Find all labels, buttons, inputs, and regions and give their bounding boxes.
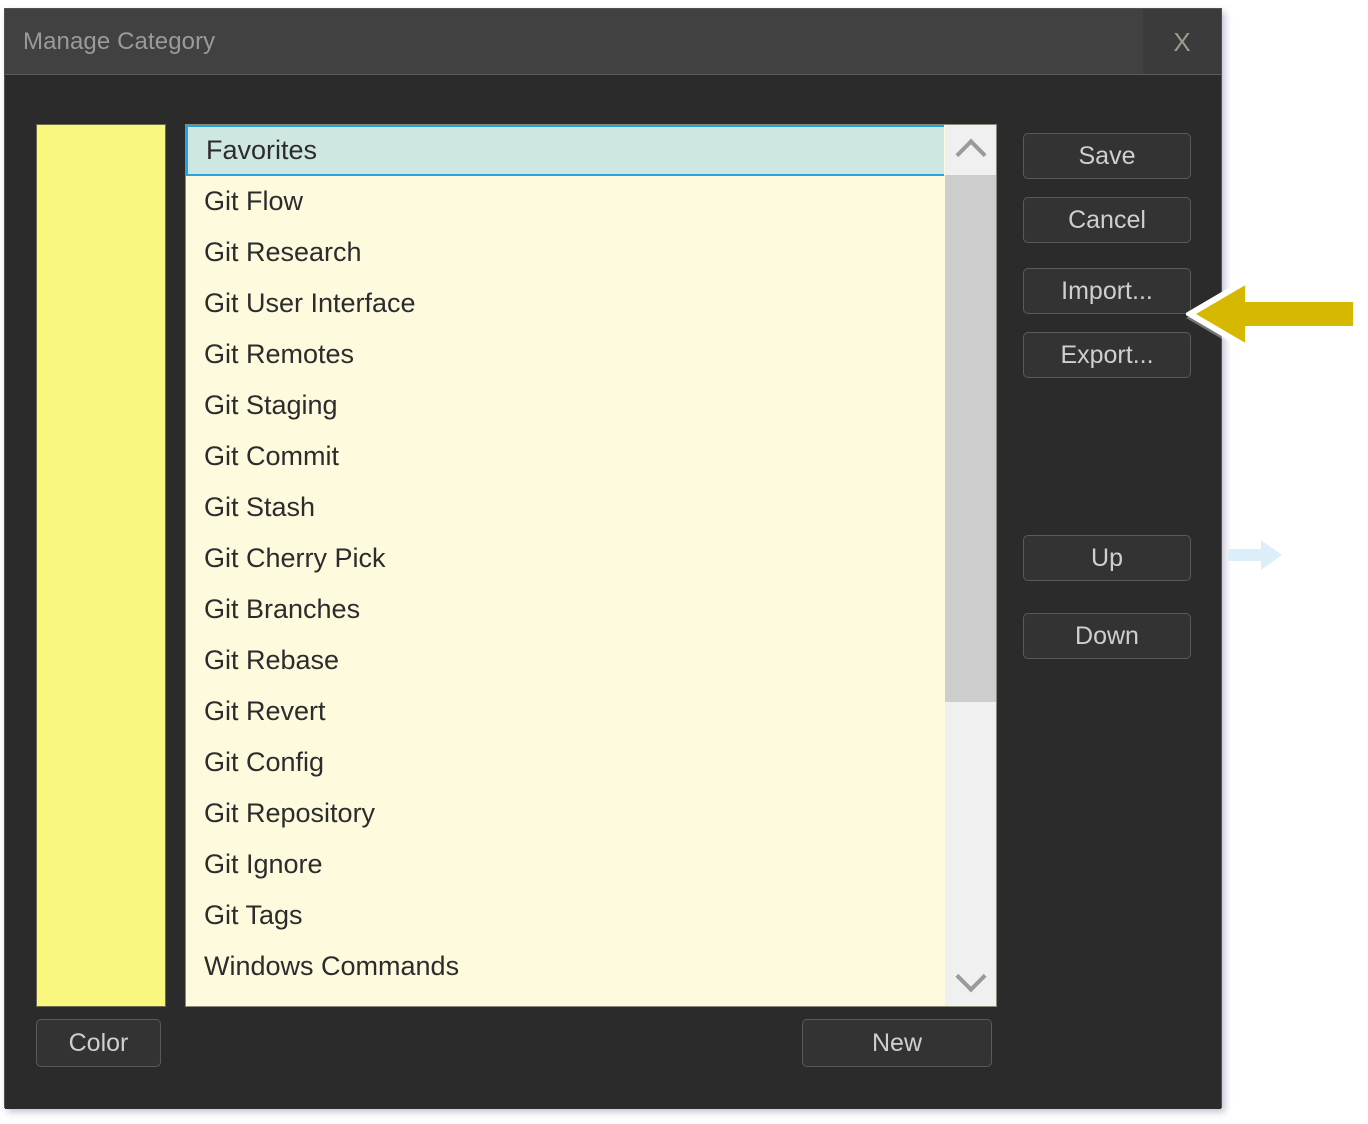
save-button[interactable]: Save [1023,133,1191,179]
import-button[interactable]: Import... [1023,268,1191,314]
chevron-up-icon [955,139,986,170]
scrollbar-thumb[interactable] [945,175,996,702]
category-list-item[interactable]: Git Cherry Pick [186,533,946,584]
arrow-left-icon [1186,272,1360,356]
scroll-up-button[interactable] [945,125,996,175]
close-icon: X [1173,29,1190,55]
category-list[interactable]: FavoritesGit FlowGit ResearchGit User In… [185,124,997,1007]
arrow-right-icon [1228,538,1284,572]
chevron-down-icon [955,961,986,992]
category-list-item[interactable]: Git Staging [186,380,946,431]
category-list-scrollbar[interactable] [944,125,996,1006]
category-list-item[interactable]: Git Config [186,737,946,788]
category-list-item[interactable]: Git Tags [186,890,946,941]
category-list-items: FavoritesGit FlowGit ResearchGit User In… [186,125,946,1006]
dialog-titlebar: Manage Category X [5,9,1221,75]
category-list-item[interactable]: Git Branches [186,584,946,635]
category-list-item[interactable]: Git Rebase [186,635,946,686]
category-list-item[interactable]: Git Repository [186,788,946,839]
color-button[interactable]: Color [36,1019,161,1067]
cancel-button[interactable]: Cancel [1023,197,1191,243]
new-button[interactable]: New [802,1019,992,1067]
category-list-item[interactable]: Git User Interface [186,278,946,329]
category-list-item[interactable]: Git Commit [186,431,946,482]
manage-category-dialog: Manage Category X FavoritesGit FlowGit R… [4,8,1222,1108]
category-list-item[interactable]: Git Revert [186,686,946,737]
move-up-button[interactable]: Up [1023,535,1191,581]
category-color-swatch[interactable] [36,124,166,1007]
category-list-item[interactable]: Favorites [186,125,946,176]
category-list-item[interactable]: Git Stash [186,482,946,533]
category-list-item[interactable]: Git Flow [186,176,946,227]
export-button[interactable]: Export... [1023,332,1191,378]
dialog-body: FavoritesGit FlowGit ResearchGit User In… [5,75,1221,1109]
close-button[interactable]: X [1143,9,1221,74]
scroll-down-button[interactable] [945,956,996,1006]
category-list-item[interactable]: Git Ignore [186,839,946,890]
dialog-title: Manage Category [23,28,215,56]
category-list-item[interactable]: Windows Commands [186,941,946,992]
category-list-item[interactable]: Git Research [186,227,946,278]
move-down-button[interactable]: Down [1023,613,1191,659]
category-list-item[interactable]: Git Remotes [186,329,946,380]
